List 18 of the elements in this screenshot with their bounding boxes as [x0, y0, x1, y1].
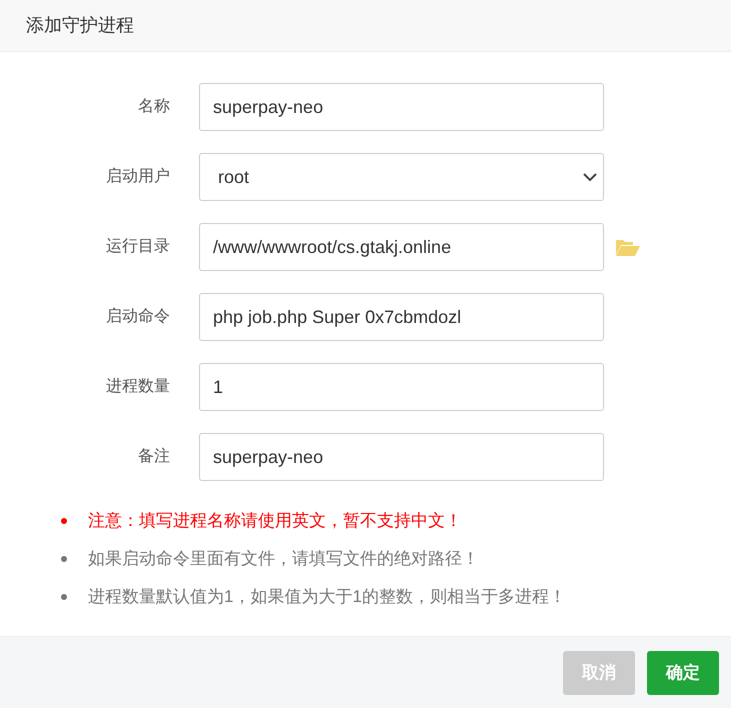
field-label: 运行目录	[105, 237, 170, 257]
field-label: 进程数量	[105, 376, 170, 397]
input-field[interactable]: superpay-neo	[199, 83, 604, 131]
field-label: 启动命令	[105, 306, 170, 327]
input-field[interactable]: superpay-neo	[199, 433, 604, 481]
input-field[interactable]: 1	[199, 363, 604, 411]
note-text: 如果启动命令里面有文件，请填写文件的绝对路径！	[88, 548, 479, 570]
input-field[interactable]: php job.php Super 0x7cbmdozl	[199, 293, 604, 341]
input-field[interactable]: /www/wwwroot/cs.gtakj.online	[199, 223, 604, 271]
folder-icon[interactable]	[616, 238, 640, 256]
note-text: 注意：填写进程名称请使用英文，暂不支持中文！	[88, 510, 462, 532]
field-label: 备注	[137, 446, 170, 467]
field-label: 名称	[137, 97, 170, 117]
select-field[interactable]: root	[199, 153, 604, 201]
note-text: 进程数量默认值为1，如果值为大于1的整数，则相当于多进程！	[88, 586, 566, 608]
dialog-title: 添加守护进程	[26, 14, 134, 37]
chevron-down-icon	[583, 172, 597, 182]
field-label: 启动用户	[105, 166, 170, 187]
